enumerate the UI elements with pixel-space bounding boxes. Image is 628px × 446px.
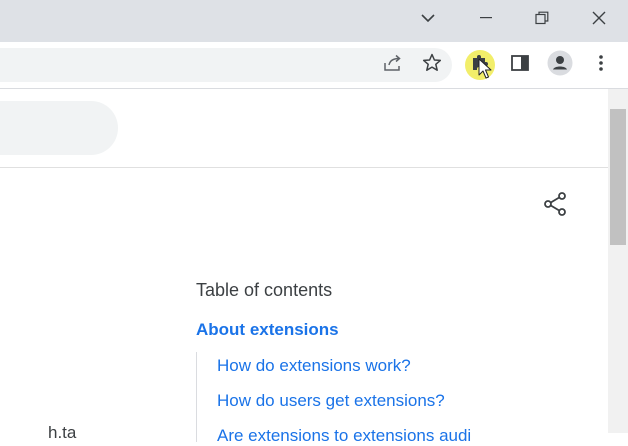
toc-link[interactable]: How do extensions work?	[217, 356, 411, 376]
share-page-button[interactable]	[379, 51, 407, 79]
close-button[interactable]	[576, 0, 622, 36]
tab-search-button[interactable]	[405, 0, 451, 36]
chrome-menu-button[interactable]	[587, 51, 615, 79]
bookmark-button[interactable]	[418, 51, 446, 79]
restore-icon	[535, 11, 549, 25]
restore-button[interactable]	[519, 0, 565, 36]
vertical-scrollbar[interactable]	[608, 89, 628, 433]
scrollbar-thumb[interactable]	[610, 109, 626, 245]
toc-divider	[196, 352, 197, 442]
browser-toolbar	[0, 42, 628, 89]
profile-button[interactable]	[546, 50, 574, 81]
close-icon	[592, 11, 606, 25]
star-icon	[422, 53, 442, 77]
minimize-button[interactable]	[463, 0, 509, 36]
share-nodes-icon	[542, 191, 568, 222]
side-panel-icon	[511, 54, 529, 76]
side-panel-button[interactable]	[506, 51, 534, 79]
page-header	[0, 89, 608, 168]
toc-section-link[interactable]: About extensions	[196, 320, 339, 340]
toc-link[interactable]: Are extensions to extensions audi	[217, 426, 471, 446]
window-titlebar	[0, 0, 628, 42]
chevron-down-icon	[421, 13, 435, 23]
more-vert-icon	[598, 54, 604, 77]
mouse-cursor-icon	[478, 58, 492, 85]
site-search-box[interactable]	[0, 101, 118, 155]
body-text-fragment: h.ta	[48, 423, 77, 442]
toc-link[interactable]: How do users get extensions?	[217, 391, 445, 411]
share-icon	[383, 54, 403, 77]
toc-heading: Table of contents	[196, 280, 333, 300]
profile-icon	[547, 50, 573, 81]
minimize-icon	[480, 17, 492, 19]
share-article-button[interactable]	[541, 191, 569, 222]
